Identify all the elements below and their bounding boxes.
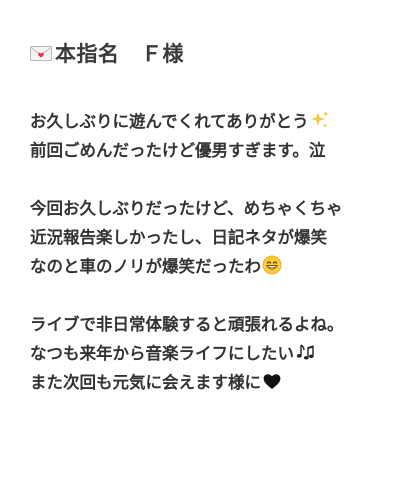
love-letter-icon	[30, 45, 52, 61]
text-line: なつも来年から音楽ライフにしたい	[30, 339, 400, 368]
music-notes-icon	[295, 342, 315, 362]
text-line: 近況報告楽しかったし、日記ネタが爆笑	[30, 228, 327, 247]
sparkles-icon	[310, 110, 330, 130]
post-title-text: 本指名 Ｆ様	[55, 42, 184, 66]
paragraph-2: 今回お久しぶりだったけど、めちゃくちゃ 近況報告楽しかったし、日記ネタが爆笑 な…	[30, 194, 400, 281]
text-line: ライブで非日常体験すると頑張れるよね。	[30, 315, 344, 334]
paragraph-1: お久しぶりに遊んでくれてありがとう 前回ごめんだったけど優男すぎます。泣	[30, 107, 400, 165]
grinning-face-icon	[262, 255, 282, 275]
diary-post: 本指名 Ｆ様 お久しぶりに遊んでくれてありがとう 前回ごめんだったけど優男すぎま…	[0, 0, 407, 480]
post-title: 本指名 Ｆ様	[30, 38, 184, 68]
text-line: 今回お久しぶりだったけど、めちゃくちゃ	[30, 199, 343, 218]
text-line: お久しぶりに遊んでくれてありがとう	[30, 107, 400, 136]
paragraph-3: ライブで非日常体験すると頑張れるよね。 なつも来年から音楽ライフにしたい また次…	[30, 310, 400, 397]
black-heart-icon	[262, 371, 282, 391]
text-line: なのと車のノリが爆笑だったわ	[30, 252, 400, 281]
post-body: お久しぶりに遊んでくれてありがとう 前回ごめんだったけど優男すぎます。泣 今回お…	[30, 107, 400, 397]
text-line: 前回ごめんだったけど優男すぎます。泣	[30, 141, 326, 160]
text-line: また次回も元気に会えます様に	[30, 368, 400, 397]
